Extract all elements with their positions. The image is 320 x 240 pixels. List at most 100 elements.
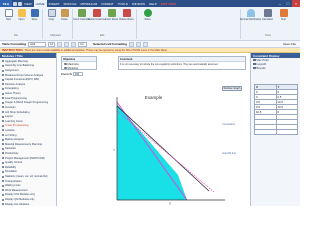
tree-node-icon [2,69,4,72]
tab-format[interactable]: FORMAT [99,0,115,7]
sidebar-module-item[interactable]: Display ALL Modules [0,202,56,207]
align-right-button[interactable] [142,41,148,47]
table-cell[interactable] [275,129,298,135]
table-cell[interactable] [254,129,277,135]
table-row [254,129,298,135]
tree-node-icon [2,184,4,187]
tree-node-icon [2,170,4,173]
tab-mpsmulab[interactable]: MPSMULAB [78,0,99,7]
normal-distribution-button[interactable]: Normal Distribution [240,9,261,21]
tab-tools[interactable]: TOOLS [116,0,130,7]
tree-node-icon [2,97,4,100]
tree-node-icon [2,74,4,77]
tree-node-icon [2,157,4,160]
instruction-title: INSTRUCTION [2,48,23,52]
bell-curve-icon [246,9,255,17]
underline-button[interactable] [71,41,77,47]
font-select[interactable]: Arial [28,41,47,47]
decimal-fix-select[interactable]: 0.0 [78,41,88,47]
tree-node-icon [2,143,4,146]
delete-row-icon [122,9,131,17]
tree-node-icon [2,134,4,137]
paste-button[interactable]: Paste [57,9,72,21]
tree-node-icon [2,189,4,192]
tab-view[interactable]: VIEW [22,0,34,7]
y-axis-label: Y [113,148,115,152]
tab-edit-data[interactable]: EDIT DATA [159,0,179,7]
open-file-label[interactable]: Open File [283,42,296,46]
snip-button[interactable]: Snip [276,9,291,21]
file-tab[interactable]: FILE [0,0,12,7]
new-file-icon [4,9,13,17]
insert-row-icon [107,9,116,17]
tab-help[interactable]: HELP [147,0,159,7]
tree-node-icon [2,106,4,109]
bold-button[interactable] [57,41,63,47]
checkbox-checked-icon [253,62,256,66]
folder-icon [17,9,26,17]
calculator-icon [263,9,272,17]
insert-column-icon [77,9,86,17]
constraint-display-panel: Constraint Display Max Profit Isoprofit … [250,53,300,206]
tree-node-icon [2,92,4,95]
group-file-label: File [14,34,19,37]
solve-button[interactable]: Solve [140,9,155,21]
tree-node-icon [2,193,4,196]
tree-node-icon [2,198,4,201]
delete-columns-button[interactable]: Delete Columns [88,9,105,21]
tree-node-icon [2,138,4,141]
tab-home[interactable]: HOME [33,0,47,7]
font-size-select[interactable]: 12 [48,41,56,47]
tree-node-icon [2,147,4,150]
maximize-button[interactable]: □ [284,0,292,7]
align-center-button[interactable] [135,41,141,47]
save-icon[interactable] [13,1,17,6]
checkbox-checked-icon [253,58,256,62]
option-bounds[interactable]: Bounds [251,66,300,70]
align-left-button[interactable] [128,41,134,47]
tree-node-icon [2,83,4,86]
checkbox-unchecked-icon [253,66,256,70]
delete-rows-button[interactable]: Delete Rows [119,9,134,21]
tree-node-icon [2,115,4,118]
solve-play-icon [143,9,152,17]
group-clipboard-label: Clipboard [50,34,61,37]
save-disk-icon [30,9,39,17]
instruction-text: There are more results available in addi… [24,48,168,52]
insert-rows-button[interactable]: Insert Rows [104,9,119,21]
selected-cell-formatting-label: Selected cell formatting [93,42,127,46]
calculator-button[interactable]: Calculator [260,9,275,21]
ribbon-tab-bar: FILE VIEW HOME INSERT MODULE MPSMULAB FO… [0,0,300,7]
italic-button[interactable] [64,41,70,47]
formatting-toolbar: Table Formatting Arial 12 0.0 Selected c… [0,41,300,48]
tree-node-icon [2,175,4,178]
tree-node-icon [2,111,4,113]
tree-node-icon [2,166,4,169]
tree-node-icon [2,180,4,183]
side-label-isoprofit: Isoprofit line [222,151,237,155]
tree-node-icon [2,101,4,104]
minimize-button[interactable]: – [276,0,284,7]
tree-node-icon [2,203,4,206]
lp-graph: X Y Constraints Isoprofit line [113,97,237,206]
copy-icon [47,9,56,17]
tab-insert[interactable]: INSERT [47,0,62,7]
tree-node-icon [2,60,4,63]
group-tools-label: Tools [265,34,271,37]
tab-module[interactable]: MODULE [62,0,79,7]
x-axis-label: X [169,202,171,206]
snip-scissors-icon [279,9,288,17]
tab-window[interactable]: WINDOW [130,0,147,7]
close-button[interactable]: × [292,0,300,7]
main-panel: Objective Maximize Minimize Comment It i… [57,53,250,206]
save-button[interactable]: Save [27,9,42,21]
tree-node-icon [2,120,4,123]
tree-node-icon [2,124,4,127]
table-formatting-label: Table Formatting [2,42,27,46]
ribbon-toolbar: New Open Save Copy Paste Insert Columns … [0,7,300,41]
tree-node-icon [2,87,4,90]
module-tree-sidebar: Modules / Title Aggregate Planning Assemb… [0,53,57,206]
side-label-constraints: Constraints [222,122,236,126]
tree-node-icon [2,78,4,81]
corner-points-table: X Y 0 0 0 0.5 0.5 10.5 0.5 10.5 10.5 0 [254,84,298,135]
